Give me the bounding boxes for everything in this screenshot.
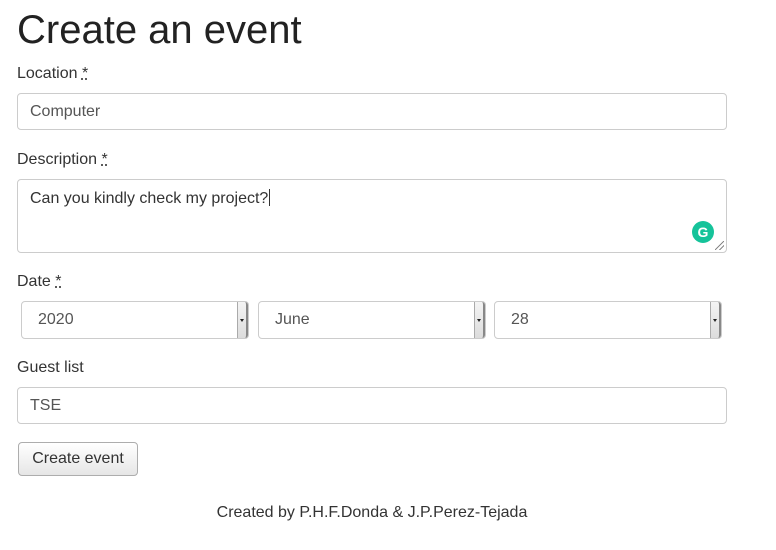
resize-handle-icon[interactable] <box>715 241 724 250</box>
description-textarea-value: Can you kindly check my project? <box>30 190 269 207</box>
guest-list-label: Guest list <box>17 358 84 378</box>
chevron-down-icon <box>713 318 717 322</box>
date-month-select[interactable]: June <box>258 301 486 339</box>
create-event-button[interactable]: Create event <box>18 442 138 476</box>
date-year-value: 2020 <box>38 311 74 328</box>
date-day-select[interactable]: 28 <box>494 301 722 339</box>
description-required-mark: * <box>101 151 108 168</box>
description-label: Description * <box>17 150 108 170</box>
date-day-value: 28 <box>511 311 529 328</box>
date-month-value: June <box>275 311 310 328</box>
text-caret <box>269 189 271 206</box>
location-input[interactable]: Computer <box>17 93 727 130</box>
date-year-select[interactable]: 2020 <box>21 301 249 339</box>
chevron-down-icon <box>240 318 244 322</box>
location-required-mark: * <box>81 65 89 82</box>
description-label-text: Description <box>17 151 98 168</box>
footer-credits: Created by P.H.F.Donda & J.P.Perez-Tejad… <box>216 504 528 521</box>
grammarly-icon[interactable]: G <box>692 221 714 243</box>
location-input-value: Computer <box>30 102 101 120</box>
date-label: Date * <box>17 272 61 292</box>
location-label: Location * <box>17 64 88 84</box>
date-year-dropdown-button[interactable] <box>237 302 248 338</box>
page-title: Create an event <box>17 8 302 52</box>
guest-list-label-text: Guest list <box>17 359 84 376</box>
date-month-dropdown-button[interactable] <box>474 302 485 338</box>
description-textarea[interactable]: Can you kindly check my project? G <box>17 179 727 253</box>
chevron-down-icon <box>477 318 481 322</box>
guest-list-input-value: TSE <box>30 396 62 414</box>
location-label-text: Location <box>17 65 78 82</box>
date-label-text: Date <box>17 273 51 290</box>
date-required-mark: * <box>55 273 62 290</box>
guest-list-input[interactable]: TSE <box>17 387 727 424</box>
date-day-dropdown-button[interactable] <box>710 302 721 338</box>
event-form-page: Create an event Location * Computer Desc… <box>0 0 776 550</box>
